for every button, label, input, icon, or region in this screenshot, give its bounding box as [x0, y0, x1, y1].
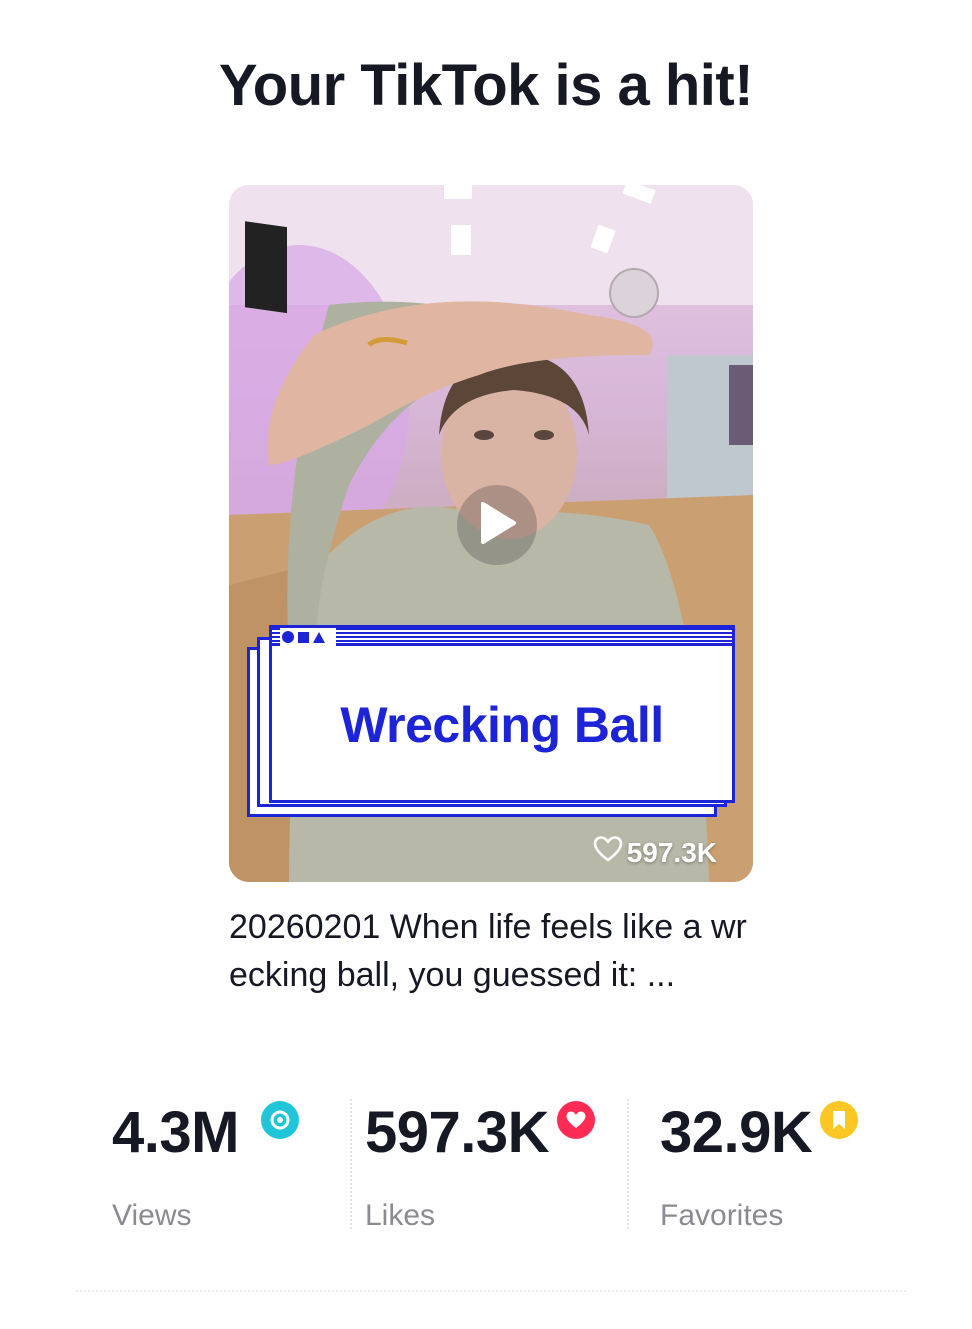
- page-title: Your TikTok is a hit!: [218, 53, 754, 118]
- sticker-window: Wrecking Ball: [269, 625, 735, 803]
- play-button[interactable]: [457, 485, 537, 565]
- stat-likes-value: 597.3K: [365, 1100, 550, 1165]
- video-like-count: 597.3K: [593, 835, 717, 870]
- stat-favorites-value: 32.9K: [660, 1100, 813, 1165]
- stat-views-label: Views: [112, 1199, 192, 1232]
- eye-icon: [260, 1101, 299, 1139]
- song-title-sticker: Wrecking Ball: [247, 625, 737, 825]
- video-caption: 20260201 When life feels like a wrecking…: [229, 908, 747, 994]
- stat-favorites: 32.9K Favorites: [660, 1095, 859, 1233]
- song-title: Wrecking Ball: [340, 697, 664, 753]
- sticker-titlebar: [272, 628, 732, 646]
- video-thumbnail[interactable]: Wrecking Ball 597.3K: [229, 185, 753, 882]
- heart-outline-icon: [593, 835, 623, 870]
- video-like-count-text: 597.3K: [626, 836, 717, 868]
- tiktok-hit-card: Your TikTok is a hit! Wrecking Ball 597.…: [0, 0, 972, 1329]
- play-icon: [477, 501, 517, 550]
- stat-likes: 597.3K Likes: [365, 1095, 596, 1233]
- stat-divider: [350, 1099, 352, 1229]
- bookmark-icon: [820, 1101, 859, 1139]
- bottom-divider: [76, 1290, 906, 1292]
- stat-likes-label: Likes: [365, 1199, 436, 1232]
- window-shapes-icon: [280, 628, 336, 646]
- stat-views-value: 4.3M: [112, 1100, 239, 1165]
- stat-views: 4.3M Views: [112, 1095, 299, 1233]
- stat-favorites-label: Favorites: [660, 1199, 784, 1232]
- stat-divider: [627, 1099, 629, 1229]
- heart-icon: [557, 1101, 596, 1139]
- stats-row: 4.3M Views 597.3K Likes 32.9K Favorites: [0, 1095, 972, 1235]
